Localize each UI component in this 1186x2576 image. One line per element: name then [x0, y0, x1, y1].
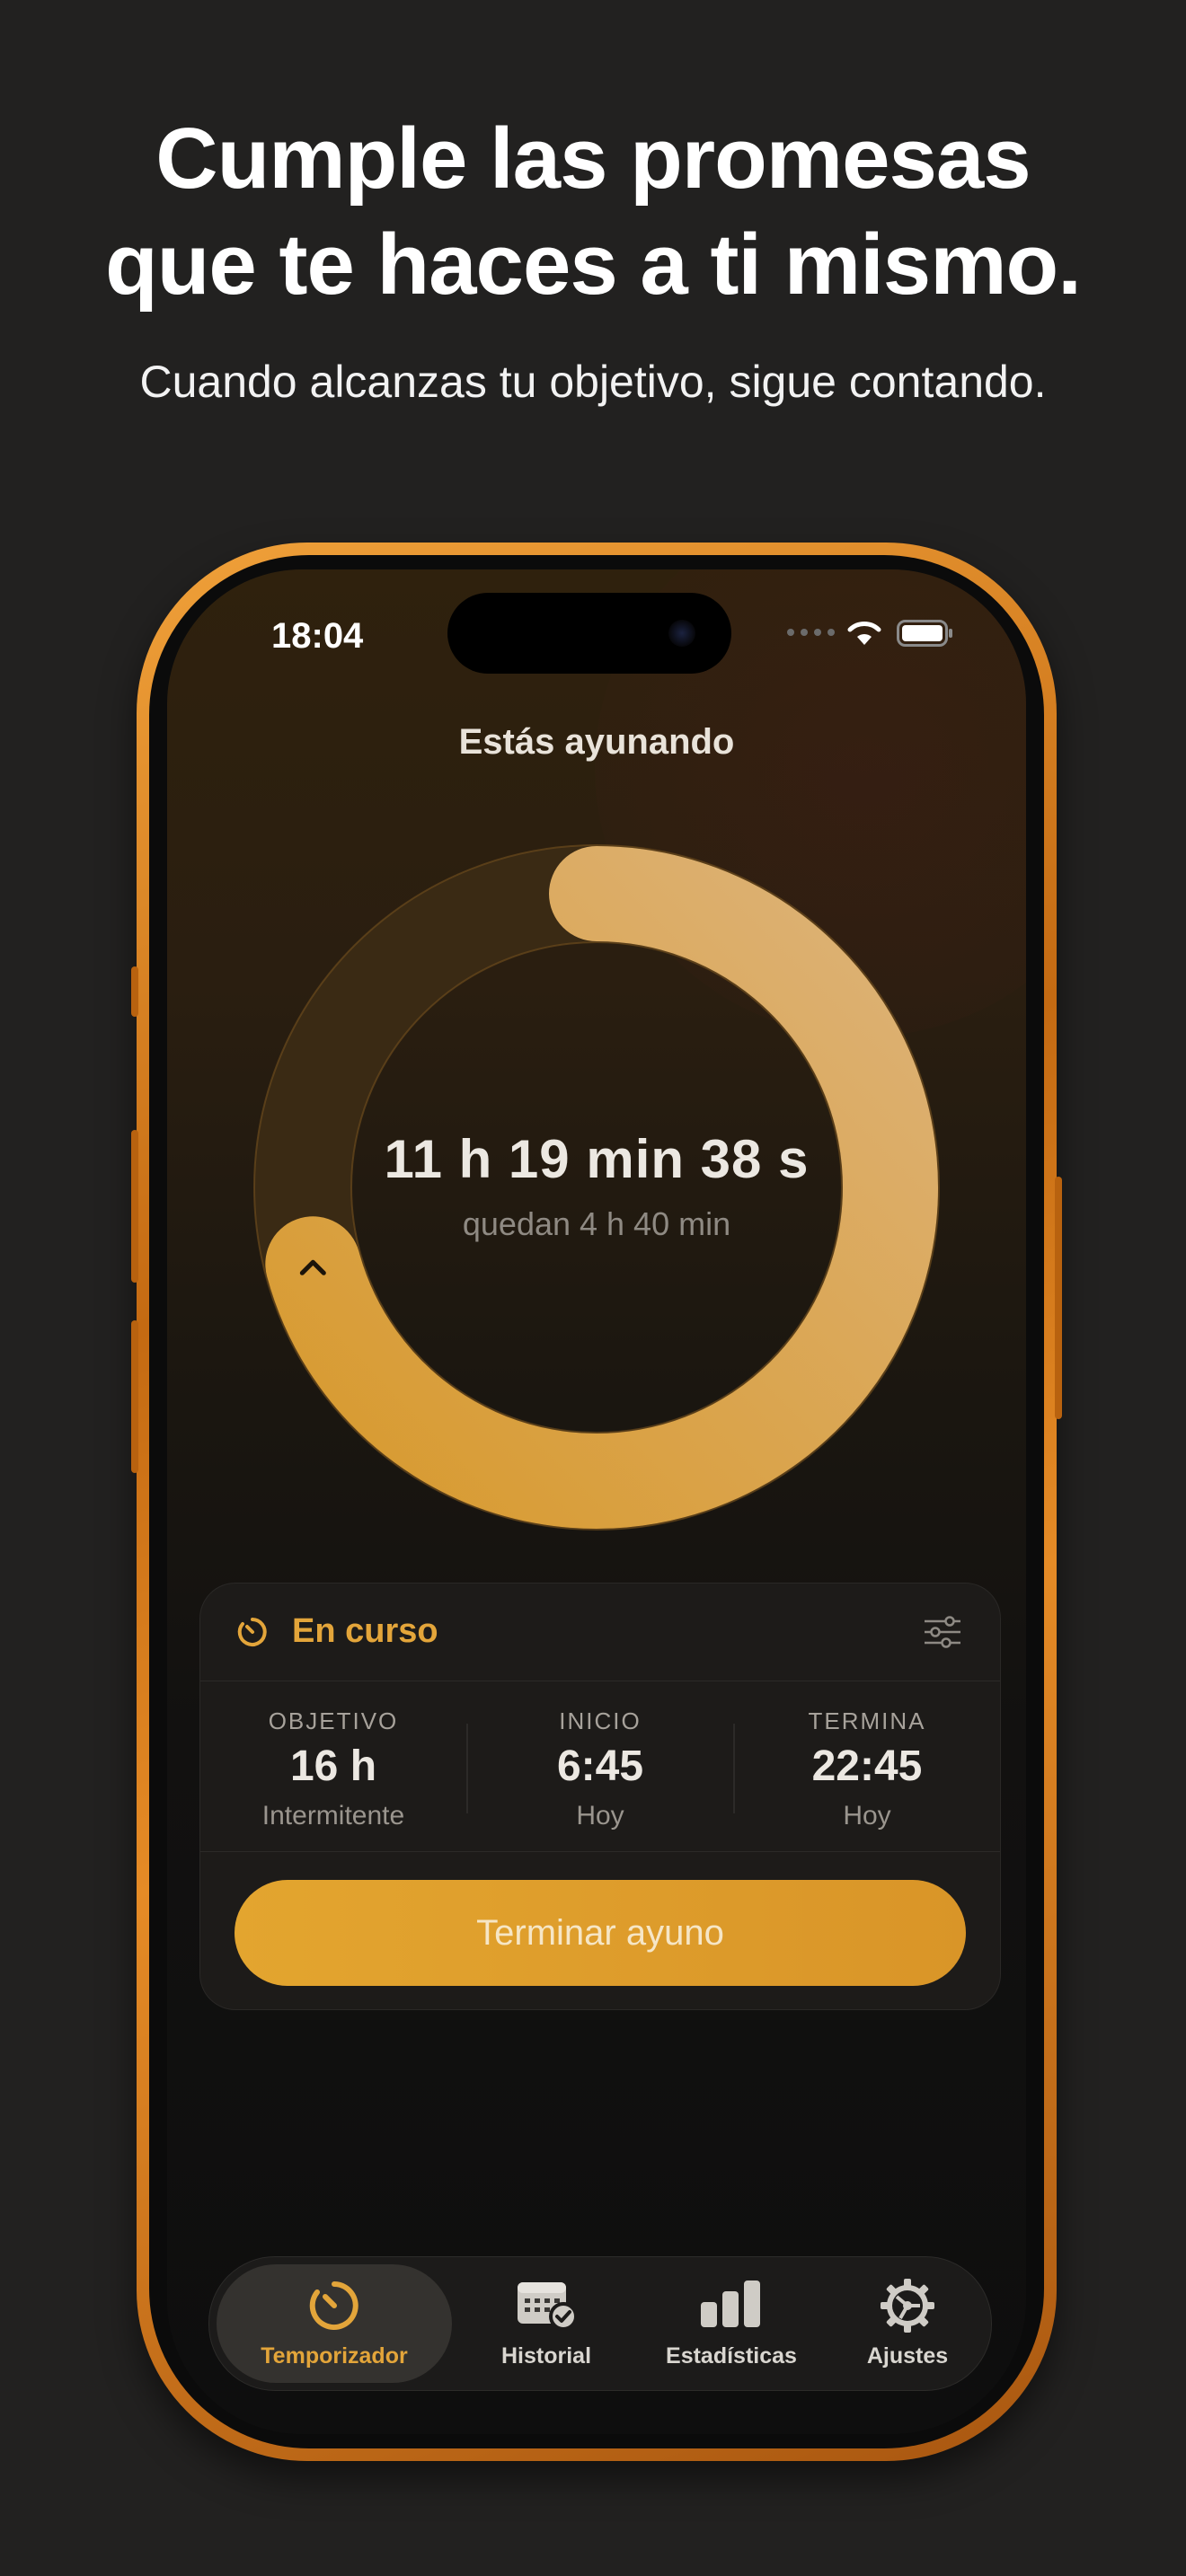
elapsed-time: 11 h 19 min 38 s: [384, 1129, 810, 1189]
stat-value: 22:45: [811, 1742, 923, 1790]
tab-label: Estadísticas: [666, 2343, 797, 2369]
timer-icon: [237, 1618, 267, 1646]
stat-value: 16 h: [289, 1742, 377, 1790]
stat-note: Hoy: [576, 1801, 624, 1831]
tab-history[interactable]: Historial: [461, 2264, 632, 2383]
tab-label: Historial: [500, 2343, 592, 2369]
promo-title-line-2: que te haces a ti mismo.: [105, 216, 1082, 313]
tab-bar: Temporizador Historial Estadísticas Ajus…: [208, 2256, 992, 2391]
cellular-signal-icon: [787, 629, 835, 636]
stat-label: OBJETIVO: [268, 1707, 399, 1734]
stat-label: TERMINA: [808, 1707, 926, 1734]
phone-screen: 18:04 Estás ayunando 11 h 19 min 38 s qu…: [167, 569, 1026, 2434]
stat-end[interactable]: TERMINA 22:45 Hoy: [734, 1681, 1000, 1851]
end-fast-button[interactable]: Terminar ayuno: [235, 1880, 966, 1986]
screen-title: Estás ayunando: [458, 722, 735, 762]
bar-chart-icon: [701, 2280, 760, 2327]
fast-status-card: En curso OBJETIVO 16 h Intermitente INIC…: [199, 1583, 1001, 2010]
phone-volume-down-button: [131, 1320, 138, 1473]
tab-timer[interactable]: Temporizador: [217, 2264, 452, 2383]
stat-label: INICIO: [559, 1707, 642, 1734]
tab-statistics[interactable]: Estadísticas: [637, 2264, 826, 2383]
stat-goal[interactable]: OBJETIVO 16 h Intermitente: [200, 1681, 466, 1851]
promo-title: Cumple las promesas que te haces a ti mi…: [0, 106, 1186, 318]
timer-icon: [309, 2281, 358, 2330]
phone-power-button: [1055, 1177, 1062, 1419]
fast-stats: OBJETIVO 16 h Intermitente INICIO 6:45 H…: [200, 1681, 1000, 1852]
promo-title-line-1: Cumple las promesas: [155, 110, 1031, 207]
gear-icon: [881, 2279, 934, 2333]
remaining-time: quedan 4 h 40 min: [462, 1205, 731, 1242]
promo-subtitle: Cuando alcanzas tu objetivo, sigue conta…: [139, 357, 1047, 407]
tab-label: Ajustes: [866, 2343, 949, 2369]
stat-value: 6:45: [556, 1742, 644, 1790]
stat-note: Hoy: [843, 1801, 891, 1831]
front-camera: [668, 620, 695, 647]
stat-start[interactable]: INICIO 6:45 Hoy: [467, 1681, 733, 1851]
stat-note: Intermitente: [261, 1801, 405, 1831]
status-time: 18:04: [271, 616, 364, 656]
tab-settings[interactable]: Ajustes: [831, 2264, 984, 2383]
phone-volume-up-button: [131, 1130, 138, 1283]
calendar-check-icon: [518, 2282, 578, 2331]
phone-action-button: [131, 966, 138, 1017]
card-header: En curso: [200, 1584, 1000, 1681]
dynamic-island: [447, 593, 731, 674]
battery-icon: [897, 620, 952, 647]
sliders-icon[interactable]: [923, 1614, 962, 1650]
tab-label: Temporizador: [261, 2343, 408, 2369]
fast-status-label: En curso: [292, 1612, 438, 1650]
wifi-icon: [847, 622, 881, 645]
